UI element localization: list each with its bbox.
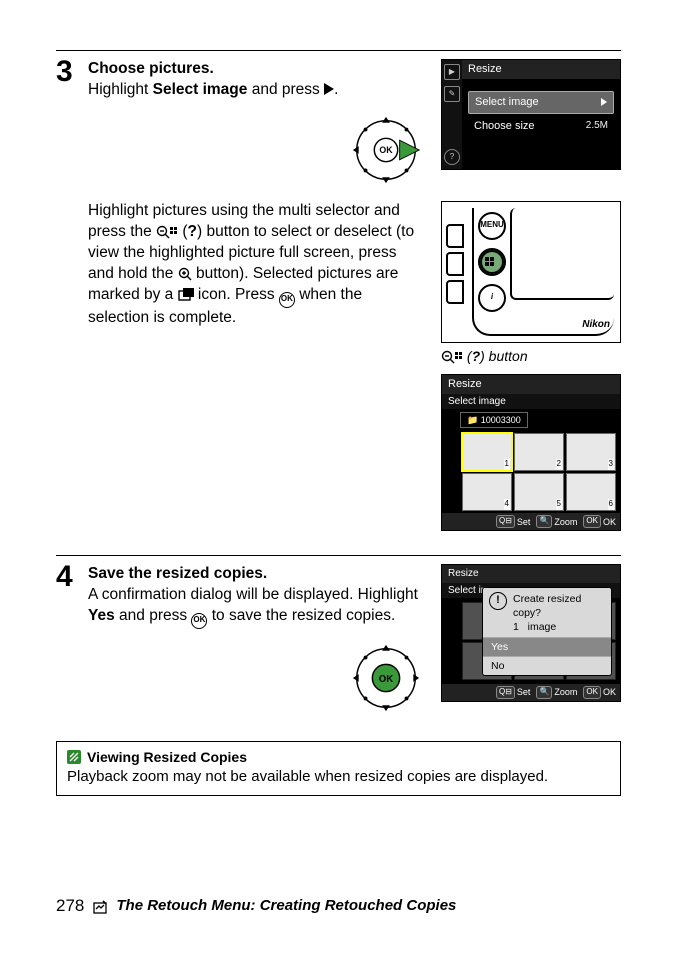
svg-text:OK: OK — [379, 674, 394, 685]
zoom-out-thumbnail-icon — [156, 225, 178, 239]
zoom-out-button-highlighted — [478, 248, 506, 276]
multi-selector-diagram-right: OK — [347, 111, 425, 189]
camera-body-diagram: MENU i Nikon — [441, 201, 621, 343]
note-icon — [67, 750, 81, 764]
screen-title: Resize — [462, 60, 620, 79]
step-3: 3 Choose pictures. Highlight Select imag… — [56, 50, 621, 543]
thumbnail: 6 — [566, 473, 616, 511]
thumbnail: 5 — [514, 473, 564, 511]
step-4-para: Save the resized copies. A confirmation … — [88, 564, 429, 717]
step-number: 4 — [56, 562, 88, 592]
i-button: i — [478, 284, 506, 312]
step-4: 4 Save the resized copies. A confirmatio… — [56, 555, 621, 729]
zoom-in-icon — [178, 267, 192, 281]
dialog-option-yes: Yes — [483, 637, 611, 656]
resize-mark-icon — [178, 288, 194, 302]
confirmation-dialog: ! Create resized copy? 1 image Yes No — [482, 587, 612, 676]
thumbnail: 2 — [514, 433, 564, 471]
menu-row-select-image: Select image — [468, 91, 614, 114]
side-icon: ✎ — [444, 86, 460, 102]
size-value: 2.5M — [586, 119, 608, 133]
step-number: 3 — [56, 57, 88, 87]
side-icon: ▶ — [444, 64, 460, 80]
note-title: Viewing Resized Copies — [87, 748, 247, 767]
step-4-heading: Save the resized copies. — [88, 565, 267, 582]
alert-icon: ! — [489, 592, 507, 610]
retouch-menu-icon — [92, 899, 108, 915]
button-caption: (?) button — [441, 347, 621, 366]
multi-selector-diagram-ok: OK — [347, 639, 425, 717]
menu-button: MENU — [478, 212, 506, 240]
camera-screen-confirm-dialog: Resize Select image ! — [441, 564, 621, 702]
right-triangle-icon — [324, 83, 334, 95]
page-footer: 278 The Retouch Menu: Creating Retouched… — [56, 895, 456, 918]
ok-button-icon: OK — [191, 613, 207, 629]
svg-text:OK: OK — [379, 145, 393, 155]
ok-button-icon: OK — [279, 292, 295, 308]
camera-screen-thumbnail-grid: Resize Select image 📁 10003300 1 2 3 4 5… — [441, 374, 621, 531]
section-title: The Retouch Menu: Creating Retouched Cop… — [116, 896, 456, 916]
thumbnail: 4 — [462, 473, 512, 511]
help-icon: ? — [444, 149, 460, 165]
thumbnail: 1 — [462, 433, 512, 471]
zoom-out-thumbnail-icon — [441, 350, 463, 364]
step-3-heading: Choose pictures. — [88, 60, 214, 77]
right-arrow-icon — [601, 98, 607, 106]
brand-label: Nikon — [582, 318, 610, 332]
step-3-para-2: Highlight pictures using the multi selec… — [88, 201, 429, 531]
camera-screen-resize-menu: ▶ ✎ ? Resize Select image — [441, 59, 621, 170]
dialog-option-no: No — [483, 656, 611, 675]
page-number: 278 — [56, 895, 84, 918]
note-box: Viewing Resized Copies Playback zoom may… — [56, 741, 621, 796]
step-3-para-1: Choose pictures. Highlight Select image … — [88, 59, 429, 189]
thumbnail: 3 — [566, 433, 616, 471]
note-body: Playback zoom may not be available when … — [67, 767, 610, 787]
menu-row-choose-size: Choose size 2.5M — [468, 116, 614, 137]
